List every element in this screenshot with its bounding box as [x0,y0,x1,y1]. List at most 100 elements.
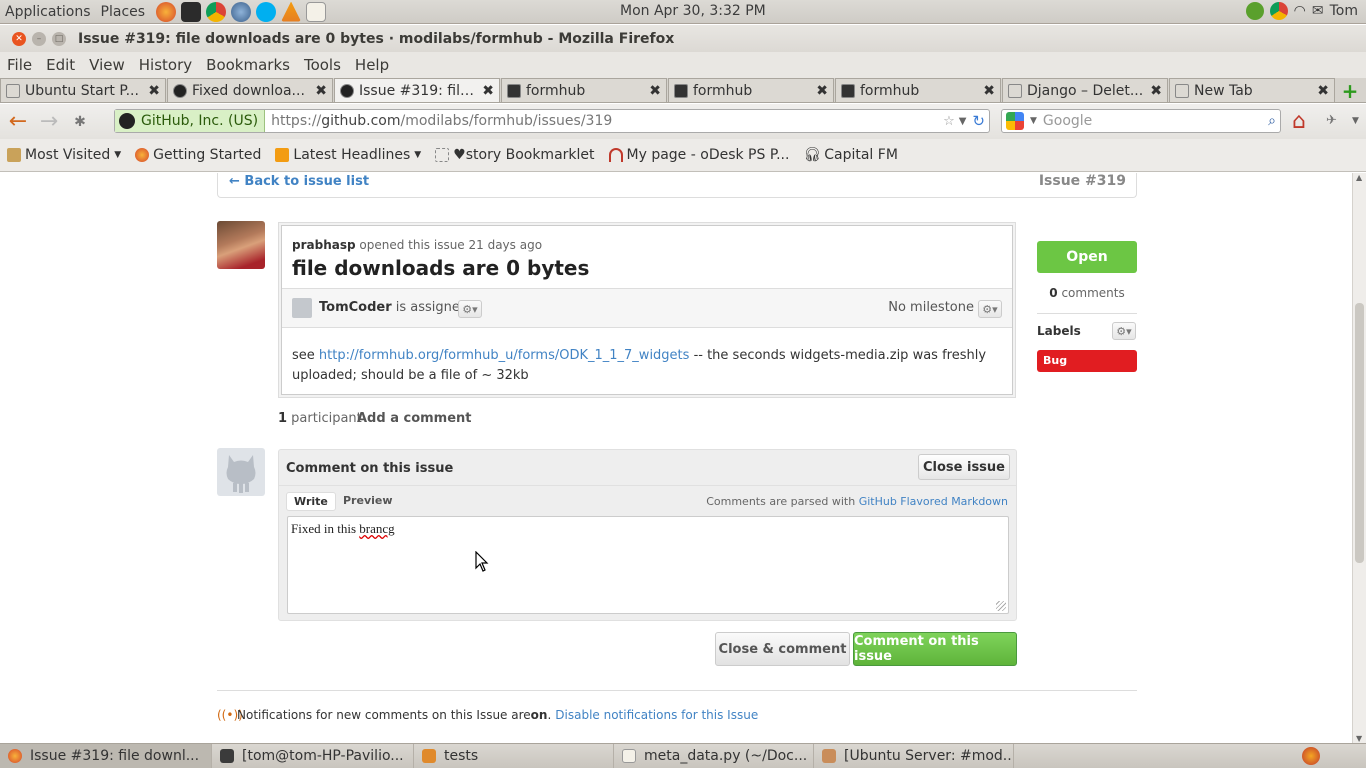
assignee-name[interactable]: TomCoder [319,300,392,315]
tab-ubuntu-start[interactable]: Ubuntu Start P... ✖ [0,78,166,102]
bookmark-capital-fm[interactable]: 🎧︎ Capital FM [796,147,904,163]
search-engine-dropdown-icon[interactable]: ▼ [1030,116,1037,126]
tab-preview[interactable]: Preview [343,494,393,507]
tab-close-icon[interactable]: ✖ [1317,83,1329,99]
tab-close-icon[interactable]: ✖ [983,83,995,99]
commenter-avatar[interactable] [217,448,265,496]
tab-close-icon[interactable]: ✖ [482,83,494,99]
history-dropdown-icon[interactable]: ▼ [959,116,967,127]
bookmark-label: Latest Headlines [293,147,411,163]
task-firefox[interactable]: Issue #319: file downl... [0,744,212,768]
bookmark-star-icon[interactable]: ☆ [943,114,955,129]
wifi-icon[interactable]: ◠ [1294,3,1306,19]
task-ubuntu-server[interactable]: [Ubuntu Server: #mod... [814,744,1014,768]
resize-grip-icon[interactable] [996,601,1006,611]
terminal-icon[interactable] [181,1,202,22]
tab-formhub-2[interactable]: formhub ✖ [668,78,834,102]
tab-label: formhub [693,82,753,99]
addon-icon[interactable]: ✱ [67,109,93,135]
body-link[interactable]: http://formhub.org/formhub_u/forms/ODK_1… [319,348,690,363]
tab-close-icon[interactable]: ✖ [649,83,661,99]
back-to-issue-list-link[interactable]: ← Back to issue list [229,174,369,189]
page-scrollbar[interactable]: ▲ ▼ [1352,173,1366,743]
menu-edit[interactable]: Edit [39,56,82,74]
url-text[interactable]: https://github.com/modilabs/formhub/issu… [265,113,943,129]
firefox-icon[interactable] [156,1,177,22]
author-name[interactable]: prabhasp [292,238,356,252]
user-name[interactable]: Tom [1330,3,1358,19]
text-editor-icon[interactable] [306,1,327,22]
tab-write[interactable]: Write [286,492,336,511]
milestone-gear-icon[interactable]: ⚙▾ [978,300,1002,318]
assignee-avatar[interactable] [292,298,312,318]
bookmark-label: ♥story Bookmarklet [453,147,595,163]
applications-menu[interactable]: Applications [0,4,96,20]
places-menu[interactable]: Places [96,4,151,20]
comment-on-issue-button[interactable]: Comment on this issue [853,632,1017,666]
home-icon[interactable]: ⌂ [1292,109,1306,134]
tab-close-icon[interactable]: ✖ [816,83,828,99]
label-bug[interactable]: Bug [1037,350,1137,372]
close-window-icon[interactable]: ✕ [12,31,26,46]
tab-close-icon[interactable]: ✖ [1150,83,1162,99]
chrome-icon[interactable] [206,1,227,22]
chrome-tray-icon[interactable] [1269,2,1288,20]
skype-icon[interactable] [256,1,277,22]
bookmark-latest-headlines[interactable]: Latest Headlines ▼ [268,147,428,163]
search-bar[interactable]: ▼ Google ⌕ [1001,109,1281,133]
toolbar-dropdown-icon[interactable]: ▼ [1352,116,1359,126]
page-icon [1175,83,1189,98]
search-magnifier-icon[interactable]: ⌕ [1268,113,1276,129]
author-avatar[interactable] [217,221,265,269]
vlc-icon[interactable] [281,1,302,22]
markdown-link[interactable]: GitHub Flavored Markdown [859,495,1008,508]
reload-icon[interactable]: ↻ [972,112,985,130]
bookmark-story-bookmarklet[interactable]: ♥story Bookmarklet [428,147,601,163]
menu-history[interactable]: History [132,56,199,74]
chat-status-icon[interactable] [1245,2,1264,20]
scroll-up-arrow-icon[interactable]: ▲ [1356,173,1362,182]
tab-issue-319[interactable]: Issue #319: file... ✖ [334,78,500,102]
labels-gear-icon[interactable]: ⚙▾ [1112,322,1136,340]
messages-icon[interactable]: ✉ [1312,3,1324,19]
forward-arrow-icon[interactable]: → [36,109,62,135]
menu-bookmarks[interactable]: Bookmarks [199,56,297,74]
menu-help[interactable]: Help [348,56,396,74]
task-terminal[interactable]: [tom@tom-HP-Pavilio... [212,744,414,768]
page-icon [435,148,450,162]
disable-notifications-link[interactable]: Disable notifications for this Issue [555,708,758,722]
close-issue-button[interactable]: Close issue [918,454,1010,480]
url-bar[interactable]: GitHub, Inc. (US) https://github.com/mod… [114,109,990,133]
menu-view[interactable]: View [82,56,132,74]
minimize-window-icon[interactable]: – [32,31,46,46]
tab-fixed-downloads[interactable]: Fixed downloa... ✖ [167,78,333,102]
menu-file[interactable]: File [0,56,39,74]
firefox-tray-icon[interactable] [1302,747,1320,765]
scroll-down-arrow-icon[interactable]: ▼ [1356,734,1362,743]
tab-formhub-1[interactable]: formhub ✖ [501,78,667,102]
bookmark-odesk[interactable]: My page - oDesk PS P... [602,147,797,163]
tab-django[interactable]: Django – Delet... ✖ [1002,78,1168,102]
tab-close-icon[interactable]: ✖ [148,83,160,99]
globe-icon[interactable] [231,1,252,22]
extension-icon[interactable]: ✈ [1326,113,1337,128]
bookmark-most-visited[interactable]: Most Visited ▼ [0,147,128,163]
back-arrow-icon[interactable]: ← [5,109,31,135]
maximize-window-icon[interactable]: □ [52,31,66,46]
new-tab-plus-icon[interactable]: + [1338,79,1362,103]
scroll-thumb[interactable] [1355,303,1364,563]
bookmark-getting-started[interactable]: Getting Started [128,147,268,163]
comment-textarea[interactable]: Fixed in this brancg [287,516,1009,614]
close-and-comment-button[interactable]: Close & comment [715,632,850,666]
panel-clock[interactable]: Mon Apr 30, 3:32 PM [620,3,766,19]
site-identity-badge[interactable]: GitHub, Inc. (US) [115,110,266,132]
menu-tools[interactable]: Tools [297,56,348,74]
add-comment-link[interactable]: Add a comment [357,411,472,426]
tab-close-icon[interactable]: ✖ [315,83,327,99]
assignee-gear-icon[interactable]: ⚙▾ [458,300,482,318]
google-icon[interactable] [1006,112,1024,130]
task-tests-folder[interactable]: tests [414,744,614,768]
tab-formhub-3[interactable]: formhub ✖ [835,78,1001,102]
tab-new-tab[interactable]: New Tab ✖ [1169,78,1335,102]
task-editor[interactable]: meta_data.py (~/Doc... [614,744,814,768]
